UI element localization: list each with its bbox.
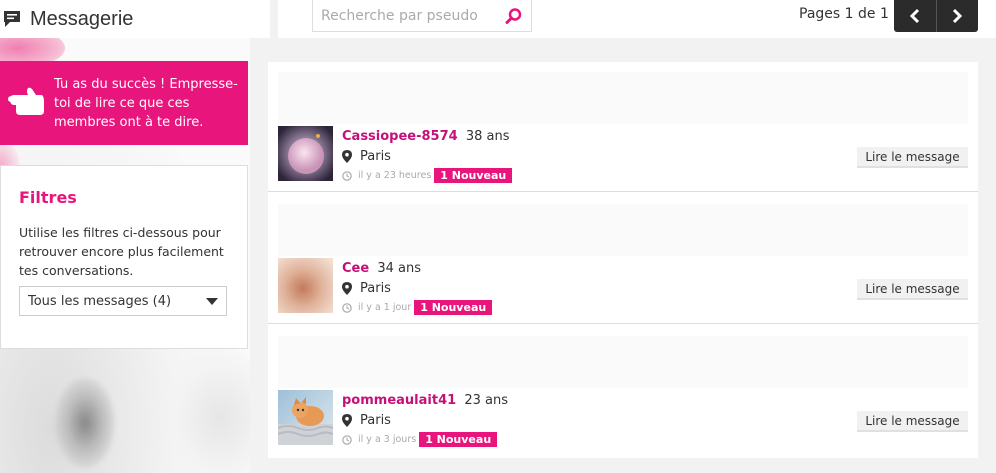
member-info: Cassiopee-8574 38 ans (342, 129, 510, 144)
clock-icon (342, 170, 352, 181)
filters-title: Filtres (19, 188, 77, 207)
message-item[interactable]: Cee 34 ans Paris il y a 1 jour 1 Nouveau… (268, 194, 978, 324)
read-message-button[interactable]: Lire le message (857, 411, 968, 432)
member-city: Paris (360, 413, 391, 428)
location-pin-icon (342, 150, 352, 163)
message-meta: il y a 1 jour 1 Nouveau (342, 300, 493, 315)
member-location: Paris (342, 281, 391, 296)
message-preview-area (278, 336, 968, 388)
message-time: il y a 3 jours (358, 434, 417, 445)
pointing-hand-icon (8, 87, 44, 115)
message-list: Cassiopee-8574 38 ans Paris il y a 23 he… (268, 62, 978, 458)
next-page-button[interactable] (937, 0, 979, 32)
banner-text: Tu as du succès ! Empresse-toi de lire c… (54, 76, 238, 130)
message-item[interactable]: pommeaulait41 23 ans Paris il y a 3 jour… (268, 326, 978, 456)
message-time: il y a 1 jour (358, 302, 412, 313)
clock-icon (342, 302, 352, 313)
page-header: Messagerie (0, 0, 270, 38)
location-pin-icon (342, 282, 352, 295)
member-pseudo[interactable]: Cee (342, 261, 369, 276)
message-preview-area (278, 204, 968, 256)
avatar-image (278, 258, 333, 313)
location-pin-icon (342, 414, 352, 427)
caret-down-icon (206, 297, 218, 305)
message-filter-select[interactable]: Tous les messages (4) (19, 286, 227, 316)
pagination-controls (894, 0, 978, 32)
background-flower (160, 348, 250, 473)
pagination-label: Pages 1 de 1 (799, 6, 889, 22)
message-meta: il y a 3 jours 1 Nouveau (342, 432, 498, 447)
success-banner: Tu as du succès ! Empresse-toi de lire c… (0, 61, 248, 145)
new-badge: 1 Nouveau (419, 432, 498, 447)
page-title: Messagerie (30, 7, 134, 30)
avatar[interactable] (278, 126, 333, 181)
avatar-image (278, 126, 333, 181)
message-preview-area (278, 72, 968, 124)
member-city: Paris (360, 149, 391, 164)
read-message-button[interactable]: Lire le message (857, 279, 968, 300)
message-item[interactable]: Cassiopee-8574 38 ans Paris il y a 23 he… (268, 62, 978, 192)
message-time: il y a 23 heures (358, 170, 432, 181)
read-message-button[interactable]: Lire le message (857, 147, 968, 168)
background-blob (55, 378, 115, 468)
search-icon[interactable] (505, 7, 523, 25)
member-info: Cee 34 ans (342, 261, 421, 276)
search-input[interactable] (321, 7, 505, 24)
member-age: 38 ans (465, 129, 510, 144)
member-age: 23 ans (464, 393, 508, 408)
chevron-left-icon (909, 8, 919, 24)
filters-description: Utilise les filtres ci-dessous pour retr… (19, 225, 224, 278)
avatar[interactable] (278, 258, 333, 313)
member-location: Paris (342, 413, 391, 428)
message-meta: il y a 23 heures 1 Nouveau (342, 168, 513, 183)
message-filter-value: Tous les messages (4) (28, 293, 172, 309)
member-pseudo[interactable]: pommeaulait41 (342, 393, 456, 408)
search-box (312, 0, 532, 32)
filters-panel: Filtres Utilise les filtres ci-dessous p… (0, 165, 248, 349)
avatar[interactable] (278, 390, 333, 445)
member-pseudo[interactable]: Cassiopee-8574 (342, 129, 458, 144)
member-location: Paris (342, 149, 391, 164)
member-info: pommeaulait41 23 ans (342, 393, 508, 408)
chevron-right-icon (953, 8, 963, 24)
clock-icon (342, 434, 352, 445)
avatar-image (278, 390, 333, 445)
new-badge: 1 Nouveau (414, 300, 493, 315)
previous-page-button[interactable] (894, 0, 936, 32)
new-badge: 1 Nouveau (434, 168, 513, 183)
member-age: 34 ans (377, 261, 421, 276)
chat-bubble-icon (4, 11, 20, 27)
member-city: Paris (360, 281, 391, 296)
